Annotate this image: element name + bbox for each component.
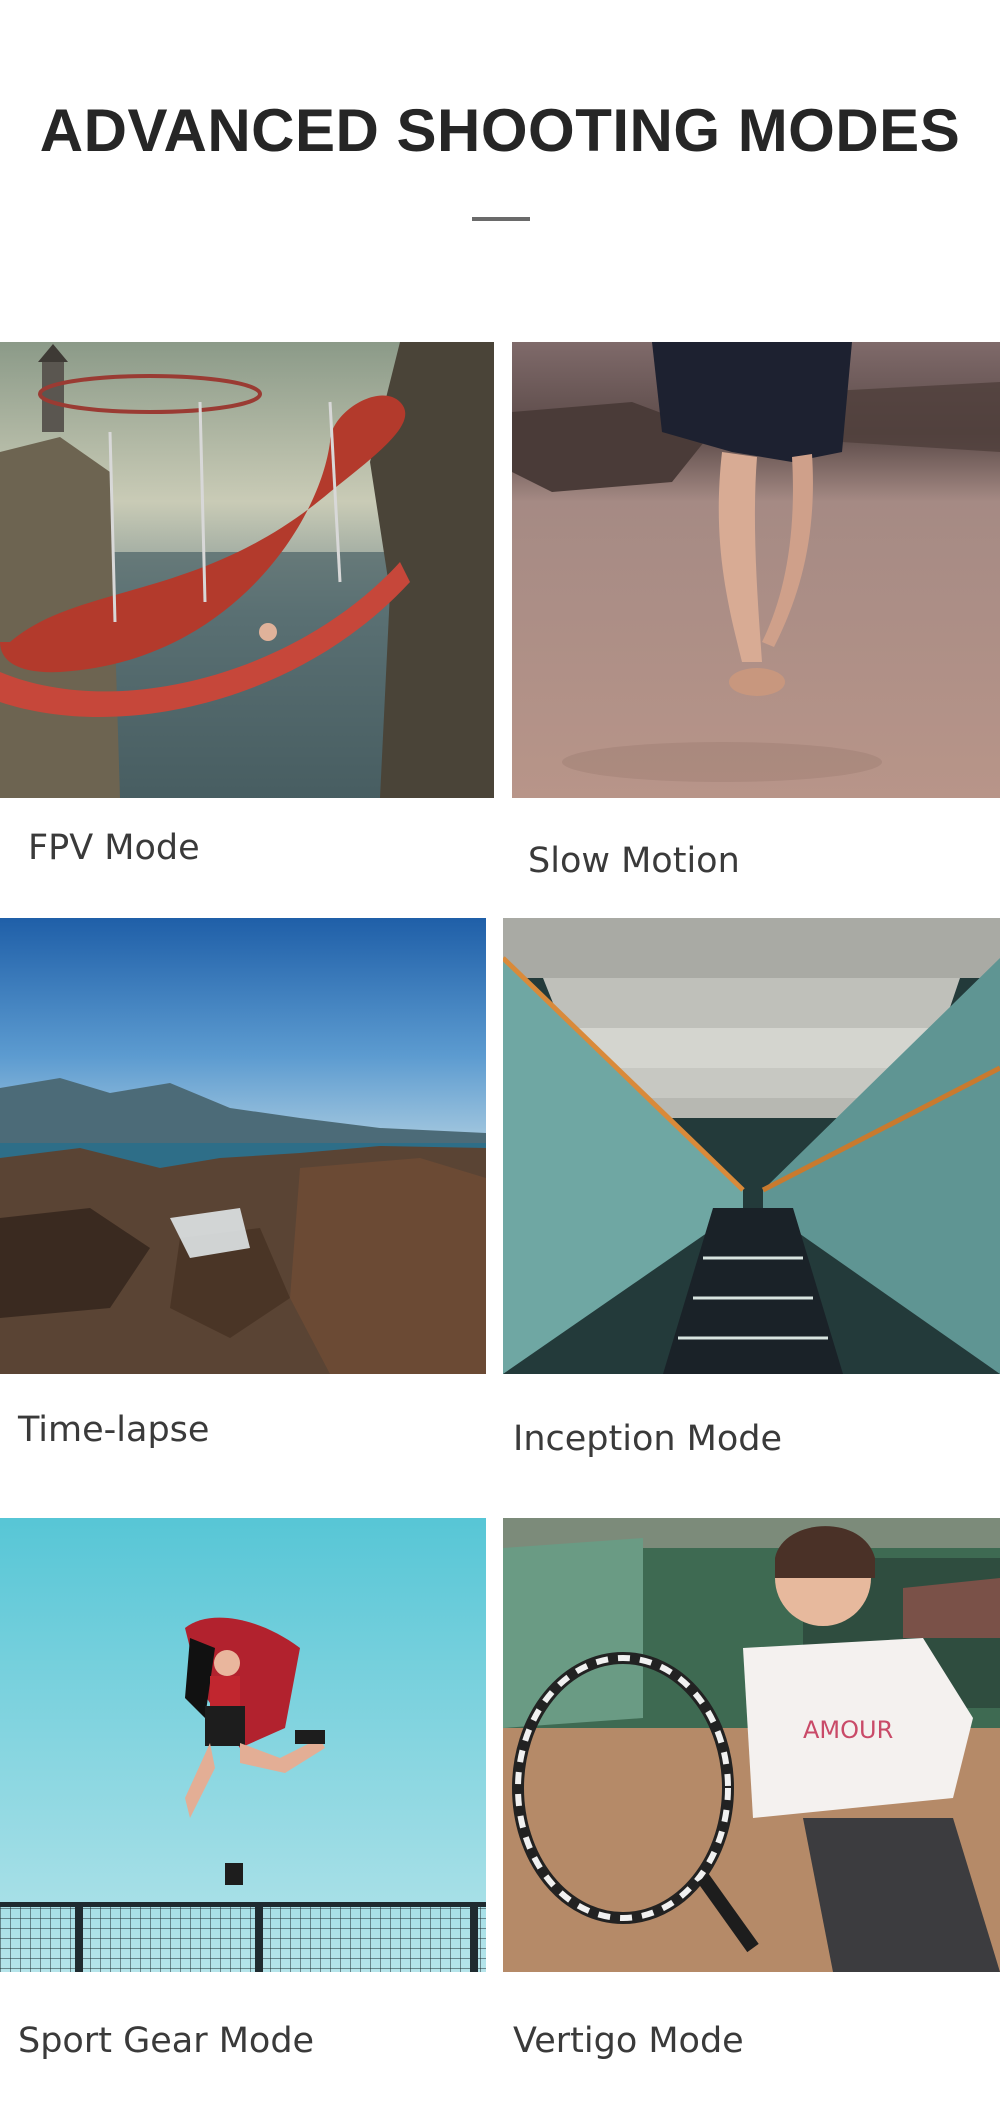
mode-caption: Slow Motion [528,841,740,881]
mode-caption: Time-lapse [18,1410,210,1450]
title-divider [472,217,530,221]
mode-caption: FPV Mode [28,828,200,868]
fpv-mode-photo [0,342,494,798]
mode-caption: Inception Mode [513,1419,783,1459]
mode-caption: Sport Gear Mode [18,2021,315,2061]
mode-caption: Vertigo Mode [513,2021,744,2061]
svg-text:AMOUR: AMOUR [803,1716,893,1744]
time-lapse-photo [0,918,486,1374]
page-title: ADVANCED SHOOTING MODES [39,97,961,164]
inception-mode-photo [503,918,1000,1374]
vertigo-mode-photo: AMOUR [503,1518,1000,1972]
slow-motion-photo [512,342,1000,798]
sport-gear-mode-photo [0,1518,486,1972]
